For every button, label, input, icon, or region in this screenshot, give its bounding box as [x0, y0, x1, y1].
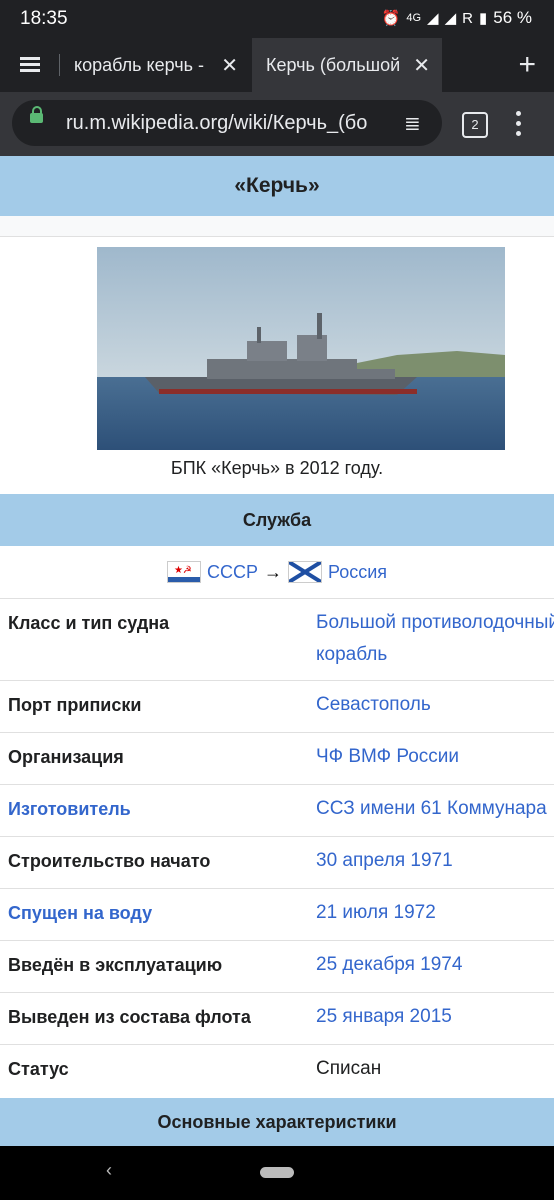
alarm-icon: ⏰: [381, 10, 401, 27]
row-label: Выведен из состава флота: [8, 1007, 251, 1027]
section-header-service: Служба: [0, 494, 554, 546]
row-home-port: Порт приписки Севастополь: [0, 681, 554, 733]
new-tab-icon[interactable]: +: [518, 48, 536, 82]
roaming-indicator: R: [462, 9, 473, 27]
address-bar[interactable]: ru.m.wikipedia.org/wiki/Керчь_(бо ≣: [12, 100, 442, 146]
tab-active[interactable]: Керчь (большой ✕: [252, 38, 442, 92]
row-laid-down: Строительство начато 30 апреля 1971: [0, 837, 554, 889]
tab-switcher-button[interactable]: 2: [462, 112, 488, 138]
flag-row: ★☭ СССР → Россия: [0, 546, 554, 599]
row-launched: Спущен на воду 21 июля 1972: [0, 889, 554, 941]
row-status: Статус Списан: [0, 1045, 554, 1096]
close-tab-icon[interactable]: ✕: [221, 53, 238, 78]
row-commissioned: Введён в эксплуатацию 25 декабря 1974: [0, 941, 554, 993]
row-ship-class: Класс и тип судна Большой противолодочны…: [0, 599, 554, 681]
row-label: Организация: [8, 747, 124, 767]
row-label: Строительство начато: [8, 851, 211, 871]
row-value-link[interactable]: 25 января 2015: [316, 1001, 554, 1033]
system-nav-bar: ‹: [0, 1146, 554, 1200]
reader-mode-icon[interactable]: ≣: [404, 111, 421, 136]
link-russia[interactable]: Россия: [328, 562, 387, 583]
network-type: 4G: [406, 12, 422, 24]
lock-icon[interactable]: [30, 106, 43, 123]
status-icons: ⏰ 4G ◢ ◢ R ▮ 56 %: [382, 8, 532, 28]
row-label: Введён в эксплуатацию: [8, 955, 223, 975]
row-label-link[interactable]: Изготовитель: [8, 799, 308, 820]
url-text[interactable]: ru.m.wikipedia.org/wiki/Керчь_(бо: [66, 112, 396, 135]
section-header-main-characteristics: Основные характеристики: [0, 1098, 554, 1146]
row-value-link[interactable]: Большой противолодочный корабль: [316, 607, 554, 671]
row-label: Порт приписки: [8, 695, 142, 715]
status-bar: 18:35 ⏰ 4G ◢ ◢ R ▮ 56 %: [0, 0, 554, 38]
row-value-link[interactable]: 21 июля 1972: [316, 897, 554, 929]
row-decommissioned: Выведен из состава флота 25 января 2015: [0, 993, 554, 1045]
battery-level: 56 %: [493, 8, 532, 27]
row-value-link[interactable]: 25 декабря 1974: [316, 949, 554, 981]
row-value-link[interactable]: ЧФ ВМФ России: [316, 741, 554, 773]
tab-inactive[interactable]: корабль керчь - ✕: [60, 38, 250, 92]
tab-strip: корабль керчь - ✕ Керчь (большой ✕ +: [0, 38, 554, 92]
ship-photo[interactable]: [97, 247, 505, 450]
row-organization: Организация ЧФ ВМФ России: [0, 733, 554, 785]
ship-photo-image: [97, 247, 505, 450]
russian-navy-flag-icon: [287, 561, 322, 583]
close-tab-icon[interactable]: ✕: [413, 53, 430, 78]
infobox-title: «Керчь»: [0, 156, 554, 216]
clock: 18:35: [20, 8, 68, 29]
row-builder: Изготовитель ССЗ имени 61 Коммунара: [0, 785, 554, 837]
row-label: Класс и тип судна: [8, 613, 170, 633]
more-options-icon[interactable]: [516, 111, 522, 137]
link-ussr[interactable]: СССР: [207, 562, 258, 583]
back-icon[interactable]: ‹: [106, 1160, 112, 1181]
row-value-link[interactable]: 30 апреля 1971: [316, 845, 554, 877]
arrow: →: [263, 561, 282, 582]
signal-icon: ◢: [427, 10, 439, 27]
divider: [0, 216, 554, 237]
row-label-link[interactable]: Спущен на воду: [8, 903, 308, 924]
tab-title: корабль керчь -: [74, 54, 204, 75]
row-value-link[interactable]: Севастополь: [316, 689, 554, 721]
row-value-link[interactable]: ССЗ имени 61 Коммунара: [316, 793, 554, 825]
ussr-navy-flag-icon: ★☭: [166, 561, 201, 583]
home-pill-icon[interactable]: [260, 1167, 294, 1178]
toolbar: ru.m.wikipedia.org/wiki/Керчь_(бо ≣ 2: [0, 92, 554, 156]
tab-title: Керчь (большой: [266, 54, 401, 75]
image-caption: БПК «Керчь» в 2012 году.: [170, 458, 384, 478]
page-content: «Керчь» БПК «Керчь» в 2012 году. Служба …: [0, 156, 554, 1146]
battery-icon: ▮: [478, 10, 488, 27]
row-value: Списан: [316, 1058, 382, 1079]
row-label: Статус: [8, 1059, 69, 1079]
signal-icon: ◢: [444, 10, 457, 27]
hamburger-menu-icon[interactable]: [16, 52, 46, 78]
